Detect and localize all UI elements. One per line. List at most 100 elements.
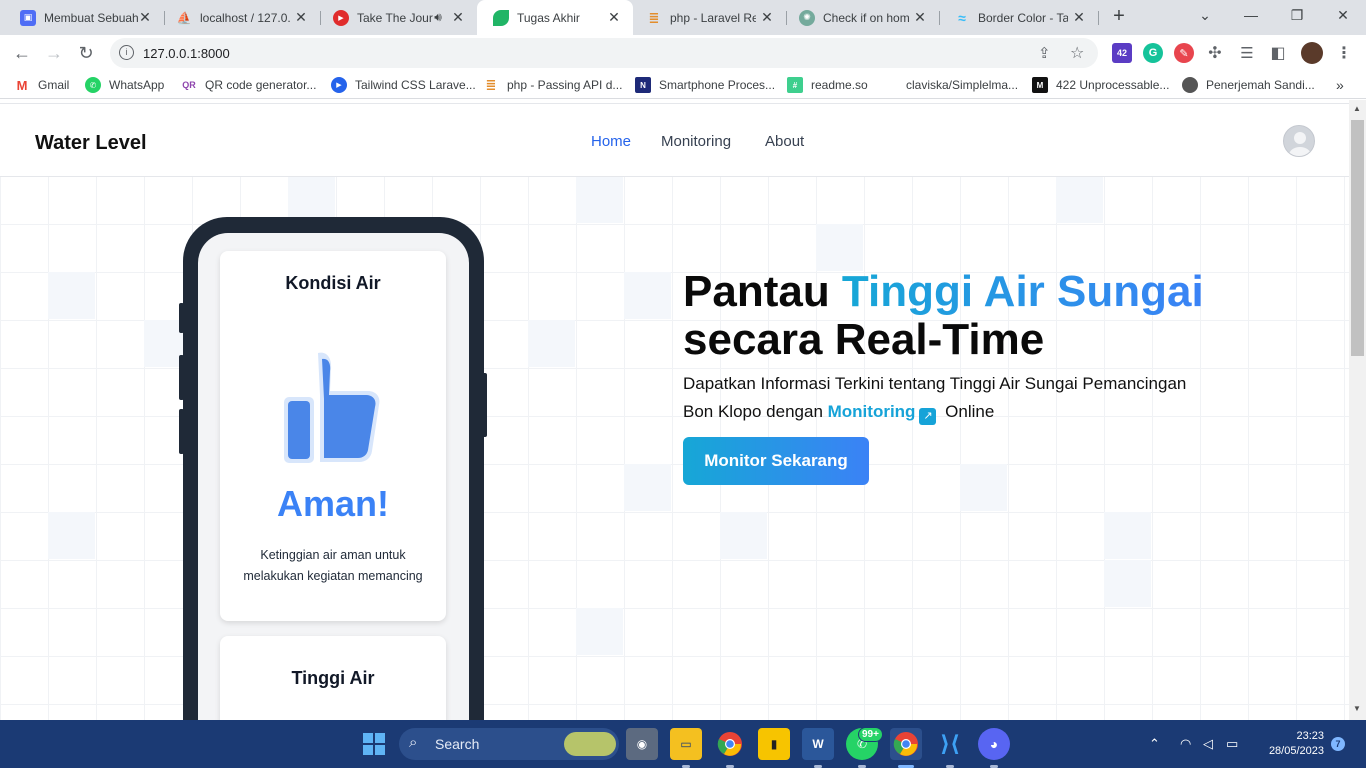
- nav-link-about[interactable]: About: [765, 133, 804, 150]
- tab-tugas-akhir[interactable]: Tugas Akhir ✕: [477, 0, 633, 35]
- bookmark-star-icon[interactable]: ☆: [1070, 43, 1084, 63]
- back-arrow-icon[interactable]: ←: [9, 40, 35, 66]
- bookmark-whatsapp[interactable]: ✆ WhatsApp: [85, 76, 164, 94]
- more-bookmarks-chevron-icon[interactable]: »: [1336, 76, 1344, 94]
- system-clock[interactable]: 23:23 28/05/2023: [1258, 729, 1324, 759]
- bookmark-php-passing-api[interactable]: ≣ php - Passing API d...: [483, 76, 623, 94]
- brand-logo-text[interactable]: Water Level: [35, 132, 147, 155]
- volume-icon[interactable]: ◁: [1203, 736, 1213, 752]
- phone-mockup: Kondisi Air Aman! Ketinggian air aman un…: [183, 217, 484, 720]
- monitor-now-button[interactable]: Monitor Sekarang: [683, 437, 869, 485]
- external-link-icon[interactable]: ↗: [919, 408, 937, 425]
- close-tab-icon[interactable]: ✕: [449, 8, 467, 26]
- url-text[interactable]: 127.0.0.1:8000: [143, 46, 230, 61]
- extension-red-icon[interactable]: ✎: [1174, 43, 1194, 63]
- clock-date: 28/05/2023: [1268, 745, 1324, 757]
- tab-search-chevron-icon[interactable]: ⌄: [1182, 0, 1228, 32]
- hero-title: Pantau Tinggi Air Sungai secara Real-Tim…: [683, 268, 1204, 364]
- share-icon[interactable]: ⇪: [1038, 44, 1051, 62]
- forward-arrow-icon[interactable]: →: [41, 40, 67, 66]
- water-status-description: Ketinggian air aman untuk melakukan kegi…: [243, 548, 423, 583]
- phone-screen: Kondisi Air Aman! Ketinggian air aman un…: [198, 233, 469, 720]
- nav-link-monitoring[interactable]: Monitoring: [661, 133, 731, 150]
- wifi-icon[interactable]: ◠: [1180, 736, 1191, 752]
- thumbs-up-icon: [284, 352, 380, 463]
- card-title: Kondisi Air: [285, 273, 381, 293]
- taskbar-search-box[interactable]: ⌕ Search: [399, 728, 619, 760]
- close-window-icon[interactable]: ✕: [1320, 0, 1366, 32]
- tray-chevron-up-icon[interactable]: ⌃: [1149, 736, 1160, 752]
- phone-side-button: [179, 409, 184, 454]
- close-tab-icon[interactable]: ✕: [292, 8, 310, 26]
- nav-link-home[interactable]: Home: [591, 133, 631, 150]
- tab-localhost[interactable]: ⛵ localhost / 127.0.0 ✕: [160, 4, 321, 31]
- bookmark-tailwind-laravel[interactable]: ▶ Tailwind CSS Larave...: [331, 76, 476, 94]
- minimize-icon[interactable]: —: [1228, 0, 1274, 32]
- extension-badge-icon[interactable]: 42: [1112, 43, 1132, 63]
- tab-php-laravel[interactable]: ≣ php - Laravel Red ✕: [630, 4, 787, 31]
- tab-take-the-journey[interactable]: ▶ Take The Jour 🔊︎ ✕: [317, 4, 477, 31]
- puzzle-extensions-icon[interactable]: ✣: [1205, 43, 1225, 63]
- start-windows-icon[interactable]: [358, 728, 390, 760]
- hero-title-line2: secara Real-Time: [683, 315, 1045, 364]
- hero-description: Dapatkan Informasi Terkini tentang Tingg…: [683, 370, 1203, 426]
- camera-app-icon[interactable]: ◉: [626, 728, 658, 760]
- tab-check-if-on-home[interactable]: ✺ Check if on home ✕: [783, 4, 940, 31]
- side-panel-icon[interactable]: ◧: [1268, 43, 1288, 63]
- close-tab-icon[interactable]: ✕: [1070, 8, 1088, 26]
- audio-playing-icon[interactable]: 🔊︎: [429, 8, 447, 26]
- bookmark-gmail[interactable]: M Gmail: [14, 76, 70, 94]
- bookmark-claviska[interactable]: claviska/Simplelma...: [882, 76, 1018, 94]
- close-tab-icon[interactable]: ✕: [911, 8, 929, 26]
- bookmark-422-unprocessable[interactable]: M 422 Unprocessable...: [1032, 76, 1169, 94]
- close-tab-icon[interactable]: ✕: [136, 8, 154, 26]
- media-list-icon[interactable]: ☰: [1237, 43, 1257, 63]
- new-tab-plus-icon[interactable]: +: [1108, 5, 1130, 27]
- page-viewport: Water Level Home Monitoring About Kondis…: [0, 100, 1349, 720]
- bookmark-smartphone-proces[interactable]: N Smartphone Proces...: [635, 76, 775, 94]
- stackoverflow-icon: ≣: [485, 77, 497, 92]
- monitoring-link[interactable]: Monitoring: [828, 402, 916, 421]
- bookmark-qr-code[interactable]: QR QR code generator...: [181, 76, 316, 94]
- bookmark-label: readme.so: [811, 78, 868, 92]
- clock-time: 23:23: [1296, 730, 1324, 742]
- vscode-icon[interactable]: ⟩⟨: [934, 728, 966, 760]
- scrollbar-thumb[interactable]: [1351, 120, 1364, 356]
- leaf-icon: [493, 9, 509, 26]
- chrome-icon[interactable]: [714, 728, 746, 760]
- bookmark-penerjemah-sandi[interactable]: Penerjemah Sandi...: [1182, 76, 1315, 94]
- stackoverflow-icon: ≣: [648, 9, 660, 25]
- restore-icon[interactable]: ❐: [1274, 0, 1320, 32]
- page-scrollbar[interactable]: ▲ ▼: [1349, 100, 1366, 720]
- discord-icon[interactable]: ◕: [978, 728, 1010, 760]
- chrome-profile-icon[interactable]: [890, 728, 922, 760]
- bookmark-label: 422 Unprocessable...: [1056, 78, 1170, 92]
- profile-avatar-icon[interactable]: [1301, 42, 1323, 64]
- card-title: Tinggi Air: [291, 668, 375, 688]
- scroll-down-arrow-icon[interactable]: ▼: [1353, 704, 1361, 713]
- address-bar[interactable]: i 127.0.0.1:8000 ⇪ ☆: [110, 38, 1098, 68]
- close-tab-icon[interactable]: ✕: [605, 8, 623, 26]
- battery-icon[interactable]: ▭: [1226, 736, 1238, 752]
- notion-icon: N: [635, 77, 651, 93]
- water-level-card: Tinggi Air: [220, 636, 446, 720]
- tab-membuat-sebuah[interactable]: ▣ Membuat Sebuah ✕: [4, 4, 165, 31]
- bookmark-readme[interactable]: # readme.so: [787, 76, 868, 94]
- grammarly-icon[interactable]: G: [1143, 43, 1163, 63]
- close-tab-icon[interactable]: ✕: [758, 8, 776, 26]
- sticky-notes-icon[interactable]: ▮: [758, 728, 790, 760]
- scroll-up-arrow-icon[interactable]: ▲: [1353, 104, 1361, 113]
- menu-kebab-icon[interactable]: ⋮: [1334, 43, 1354, 63]
- word-icon[interactable]: W: [802, 728, 834, 760]
- phone-power-button: [482, 373, 487, 437]
- user-avatar-icon[interactable]: [1283, 125, 1315, 157]
- site-info-icon[interactable]: i: [119, 45, 134, 60]
- reload-icon[interactable]: ↻: [73, 40, 99, 66]
- file-explorer-icon[interactable]: ▭: [670, 728, 702, 760]
- play-icon: ▶: [331, 77, 347, 93]
- bookmark-label: Tailwind CSS Larave...: [355, 78, 476, 92]
- notification-count-badge[interactable]: 7: [1331, 737, 1345, 751]
- hero-title-accent: Tinggi Air Sungai: [841, 267, 1204, 316]
- tab-border-color[interactable]: ≈ Border Color - Ta ✕: [938, 4, 1099, 31]
- bookmark-label: php - Passing API d...: [507, 78, 623, 92]
